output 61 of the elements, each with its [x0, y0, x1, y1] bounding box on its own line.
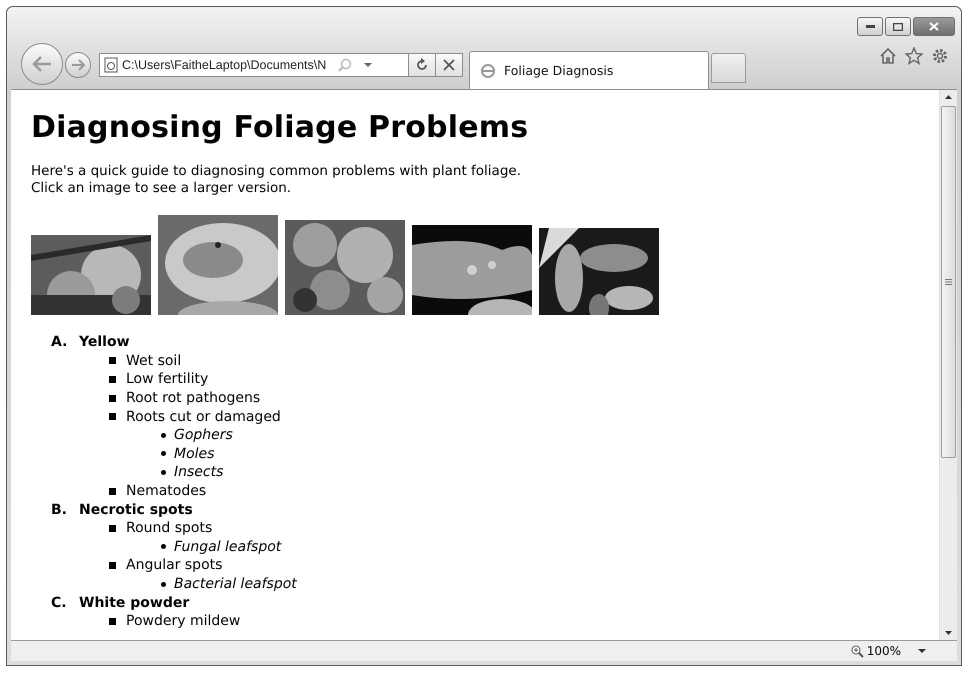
list-item: Moles [174, 446, 214, 462]
list-item: Roots cut or damaged [126, 408, 281, 425]
scrollbar-thumb[interactable] [941, 106, 956, 458]
home-icon[interactable] [879, 47, 897, 65]
outline-heading: Necrotic spots [79, 502, 193, 518]
list-item: Insects [174, 464, 224, 480]
bullet-icon [161, 432, 166, 438]
zoom-level[interactable]: 100% [850, 644, 901, 658]
page-heading: Diagnosing Foliage Problems [31, 110, 530, 145]
list-item: Angular spots [126, 557, 222, 574]
search-icon [338, 58, 352, 72]
close-button[interactable] [913, 17, 955, 36]
bullet-icon [161, 544, 166, 550]
square-bullet-icon [109, 376, 116, 383]
square-bullet-icon [109, 394, 116, 402]
close-icon [443, 59, 455, 71]
bullet-icon [161, 470, 166, 475]
bullet-icon [161, 582, 166, 587]
star-icon[interactable] [905, 47, 923, 65]
dropdown-arrow-icon [362, 61, 374, 69]
outline-heading: White powder [79, 594, 190, 611]
address-bar[interactable]: C:\Users\FaitheLaptop\Documents\N [99, 53, 409, 77]
list-marker: A. [51, 334, 68, 350]
back-button[interactable] [21, 43, 63, 85]
square-bullet-icon [109, 488, 116, 495]
bullet-icon [161, 451, 166, 456]
list-marker: C. [51, 594, 68, 611]
close-icon [929, 22, 939, 31]
minimize-button[interactable] [857, 17, 883, 36]
forward-arrow-icon [71, 59, 85, 71]
intro-text: Click an image to see a larger version. [31, 180, 292, 197]
square-bullet-icon [109, 562, 116, 569]
square-bullet-icon [109, 413, 116, 420]
maximize-icon [893, 22, 903, 30]
settings-icon[interactable] [931, 47, 949, 65]
refresh-icon [415, 58, 429, 72]
list-item: Powdery mildew [126, 613, 240, 630]
square-bullet-icon [109, 618, 116, 625]
minimize-icon [866, 25, 874, 28]
square-bullet-icon [109, 524, 116, 532]
outline-heading: Yellow [79, 334, 130, 350]
maximize-button[interactable] [885, 17, 911, 36]
list-item: Wet soil [126, 352, 182, 369]
intro-text: Here's a quick guide to diagnosing common problems with plant foliage. [31, 163, 522, 180]
list-item: Nematodes [126, 483, 206, 500]
zoom-icon [850, 644, 864, 658]
list-item: Fungal leafspot [174, 538, 282, 555]
page-icon [104, 57, 118, 73]
stop-button[interactable] [436, 53, 463, 77]
list-item: Root rot pathogens [126, 390, 260, 406]
square-bullet-icon [109, 357, 116, 364]
back-arrow-icon [31, 55, 53, 73]
address-input[interactable]: C:\Users\FaitheLaptop\Documents\N [122, 58, 334, 72]
list-item: Gophers [174, 427, 233, 444]
list-item: Low fertility [126, 371, 208, 388]
forward-button[interactable] [65, 52, 91, 78]
list-marker: B. [51, 502, 68, 518]
list-item: Round spots [126, 520, 212, 536]
browser-tab[interactable]: Foliage Diagnosis [469, 51, 709, 89]
refresh-button[interactable] [409, 53, 436, 77]
list-item: Bacterial leafspot [174, 576, 297, 592]
